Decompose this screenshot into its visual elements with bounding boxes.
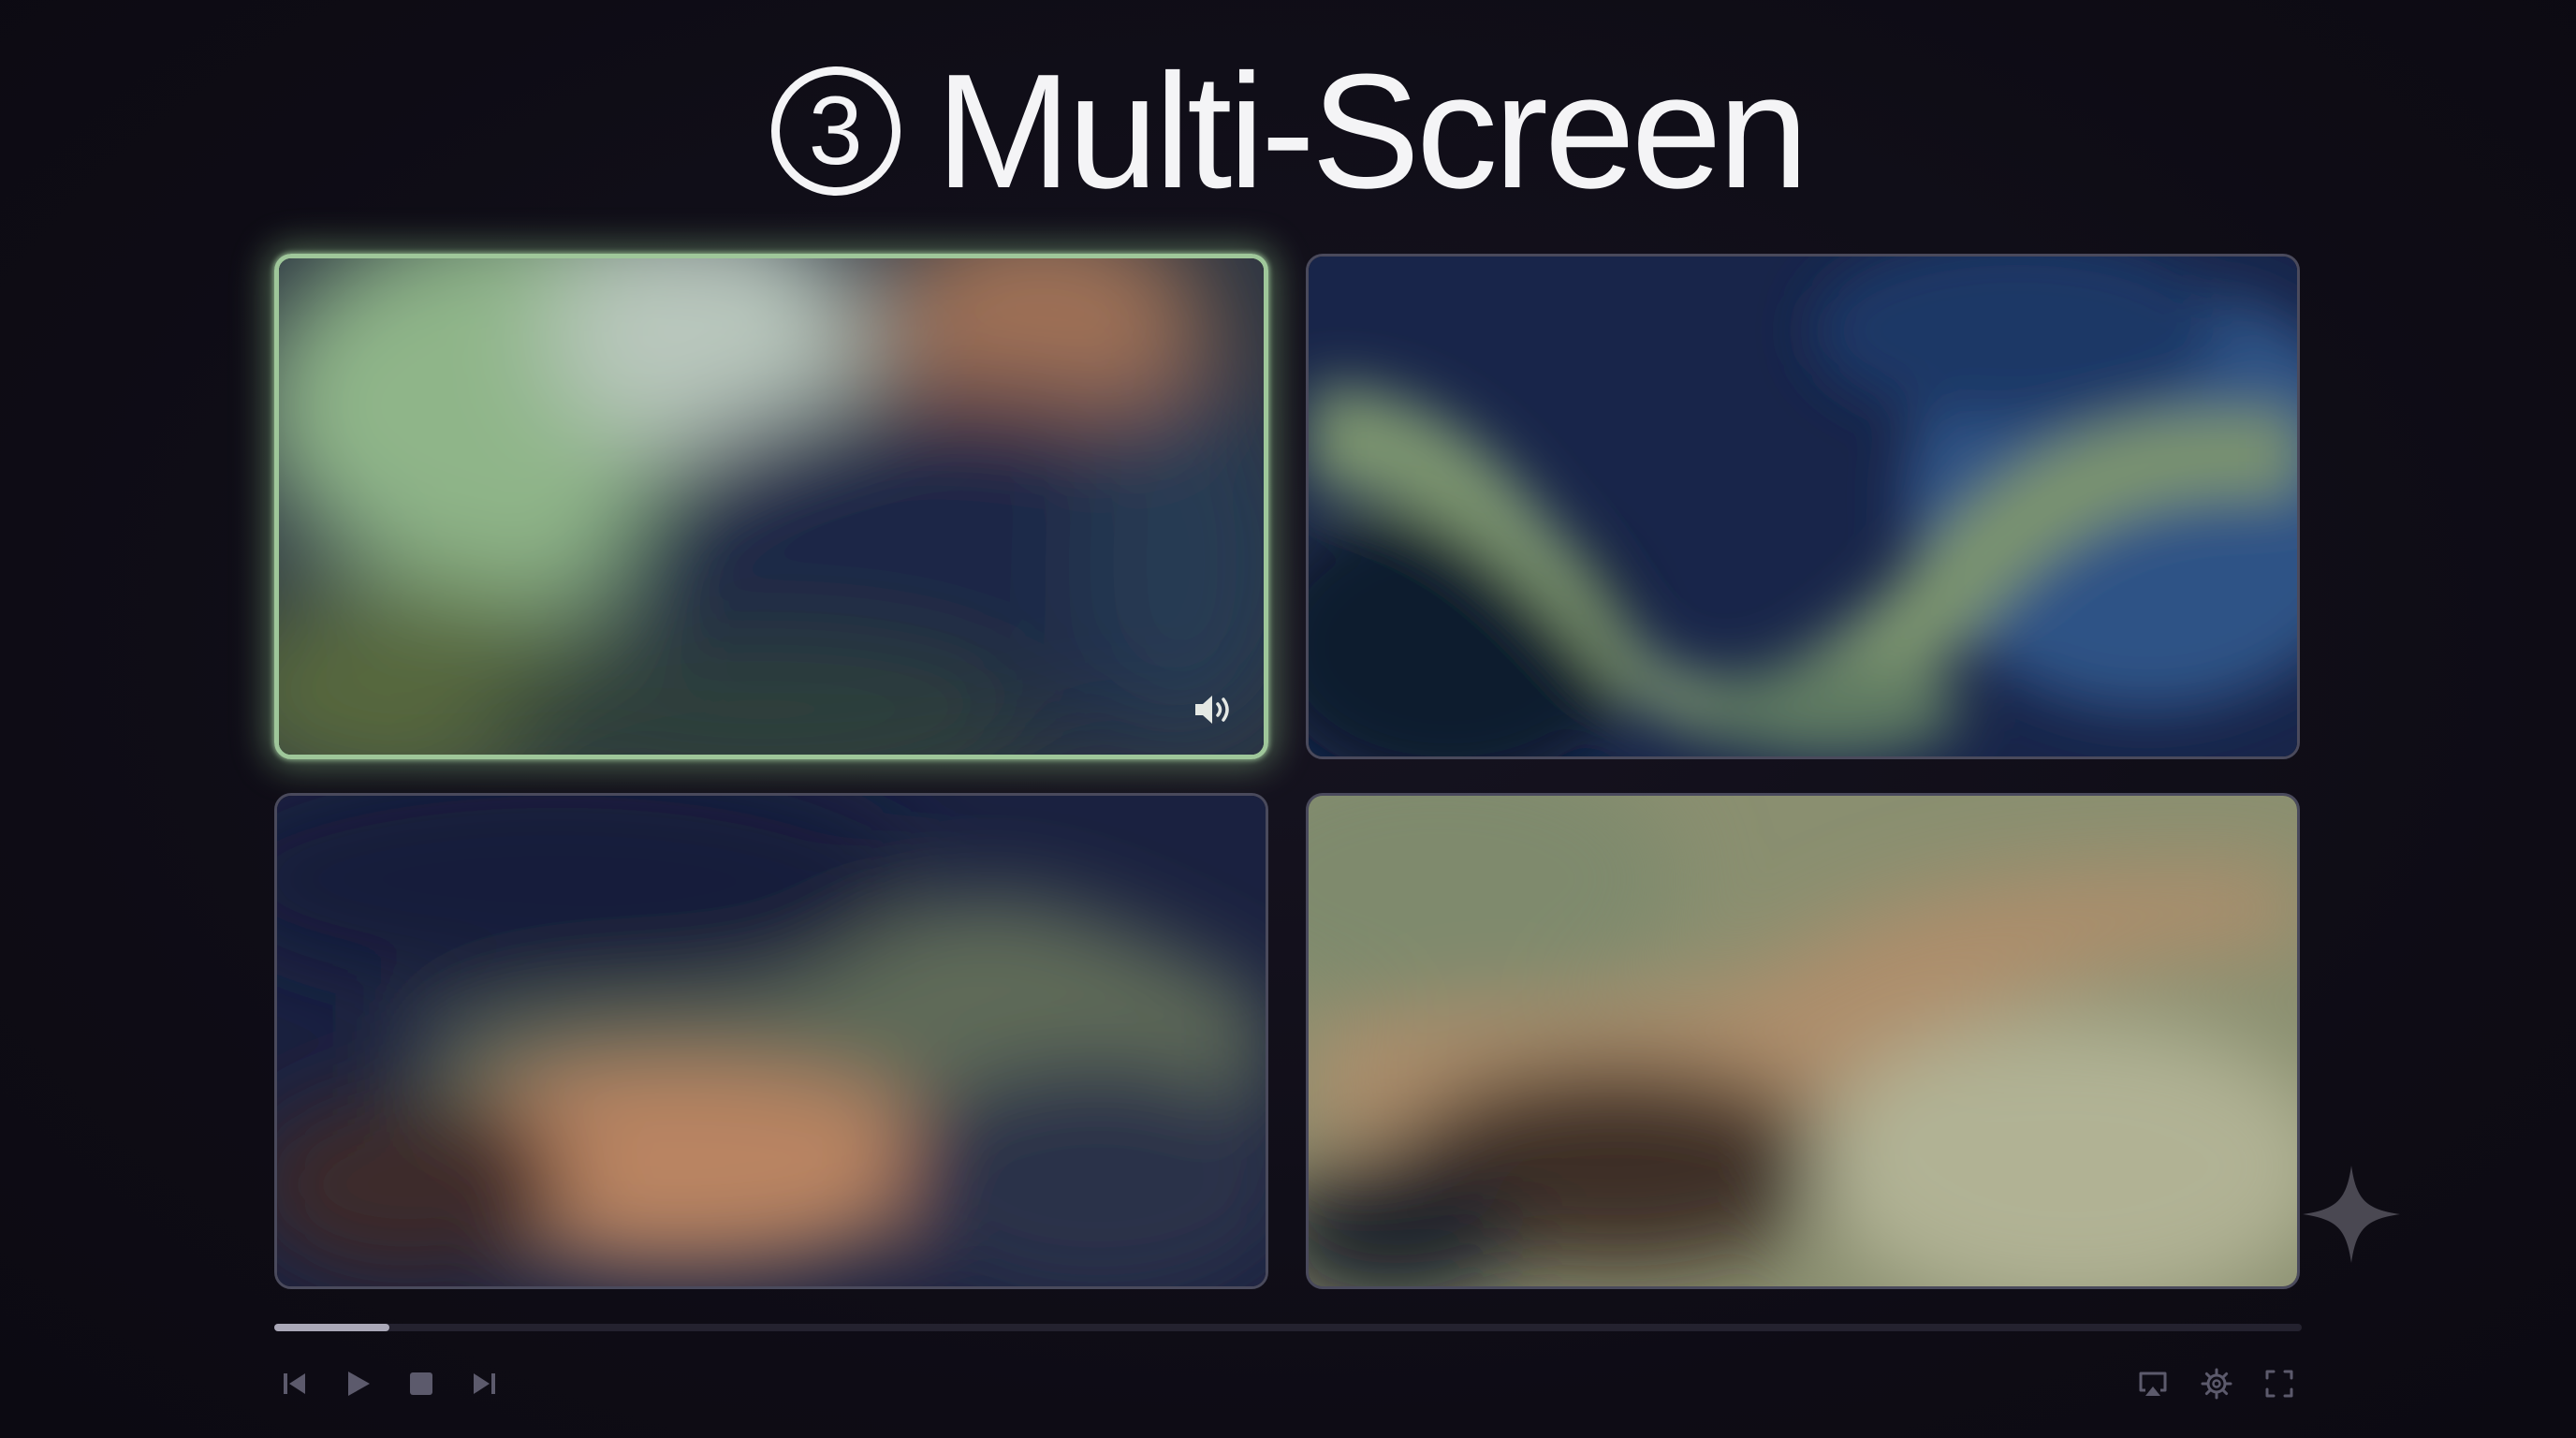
skip-back-button[interactable]: [276, 1365, 314, 1402]
speaker-icon[interactable]: [1193, 691, 1236, 728]
stop-button[interactable]: [402, 1365, 440, 1402]
play-icon: [348, 1372, 370, 1396]
video-screen-4[interactable]: [1306, 793, 2300, 1289]
stop-icon: [410, 1372, 432, 1395]
gear-icon: [2201, 1368, 2232, 1400]
skip-back-icon: [284, 1373, 305, 1394]
page-title: 3 Multi-Screen: [0, 37, 2576, 225]
fullscreen-icon: [2265, 1370, 2293, 1398]
airplay-button[interactable]: [2134, 1365, 2172, 1402]
title-text: Multi-Screen: [935, 39, 1809, 222]
video-frame-4: [1309, 796, 2297, 1286]
skip-forward-icon: [474, 1373, 495, 1394]
sparkle-icon: [2303, 1166, 2400, 1263]
step-number-badge: 3: [770, 66, 900, 196]
play-button[interactable]: [339, 1365, 376, 1402]
step-number: 3: [808, 77, 863, 185]
video-frame-3: [277, 796, 1266, 1286]
video-frame-1: [279, 258, 1264, 755]
progress-bar[interactable]: [274, 1324, 2302, 1331]
settings-button[interactable]: [2198, 1365, 2235, 1402]
multi-screen-player: 3 Multi-Screen: [0, 0, 2576, 1438]
video-screen-3[interactable]: [274, 793, 1268, 1289]
video-screen-2[interactable]: [1306, 254, 2300, 759]
airplay-icon: [2139, 1372, 2167, 1396]
skip-forward-button[interactable]: [465, 1365, 503, 1402]
progress-fill: [274, 1324, 390, 1331]
video-frame-2: [1309, 257, 2297, 756]
fullscreen-button[interactable]: [2261, 1365, 2298, 1402]
video-screen-1[interactable]: [274, 254, 1268, 759]
